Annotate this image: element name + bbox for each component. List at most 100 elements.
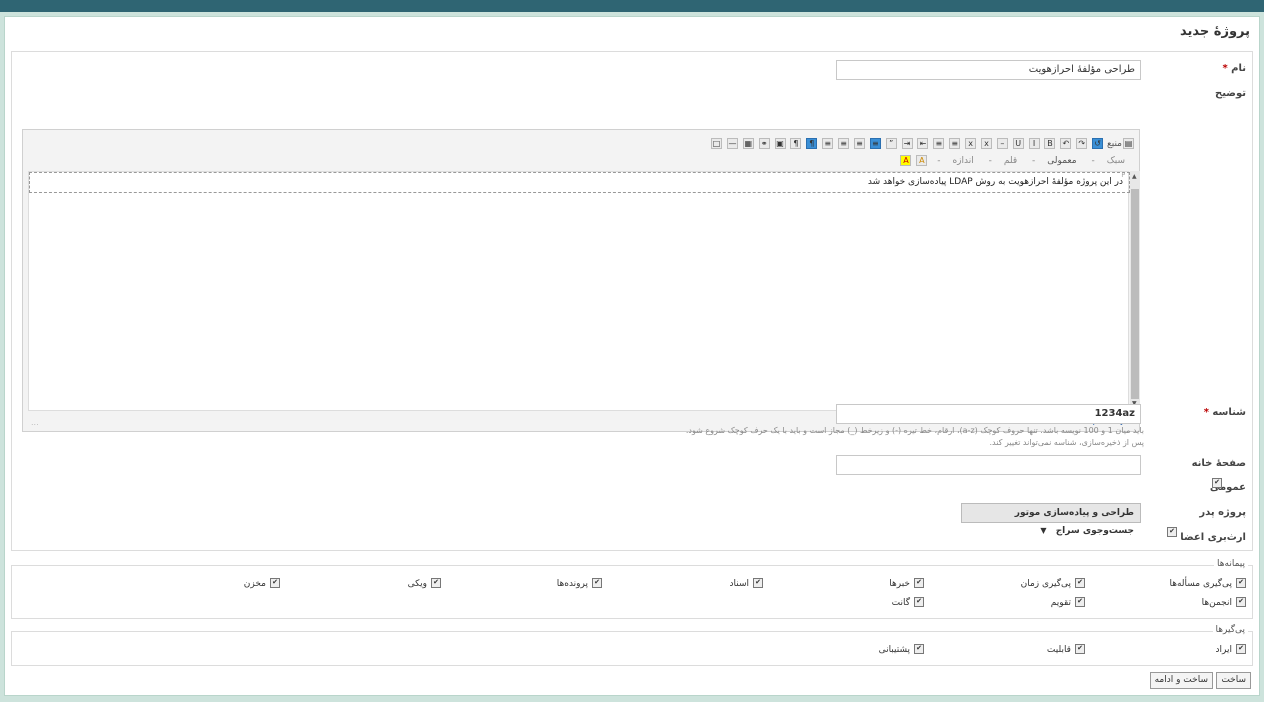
- format-select[interactable]: معمولی: [1047, 156, 1076, 166]
- module-checkbox[interactable]: ✔: [914, 597, 924, 607]
- tracker-checkbox[interactable]: ✔: [1236, 644, 1246, 654]
- inherit-members-checkbox[interactable]: ✔: [1167, 527, 1177, 538]
- module-checkbox[interactable]: ✔: [270, 578, 280, 588]
- module-item[interactable]: ✔ خبرها: [889, 578, 924, 589]
- style-select[interactable]: سبک: [1107, 156, 1125, 166]
- module-item[interactable]: ✔ پرونده‌ها: [557, 578, 602, 589]
- source-icon[interactable]: ▤: [1123, 138, 1134, 149]
- source-button[interactable]: منبع: [1107, 139, 1122, 149]
- superscript-icon[interactable]: x: [965, 138, 977, 149]
- module-item[interactable]: ✔ مخزن: [244, 578, 280, 589]
- subscript-icon[interactable]: x: [980, 138, 992, 149]
- module-item[interactable]: ✔ اسناد: [729, 578, 763, 589]
- public-check-icon: ✔: [1212, 478, 1222, 488]
- identifier-hint-readonly: پس از ذخیره‌سازی، شناسه نمی‌تواند تغییر …: [989, 438, 1144, 447]
- undo-icon[interactable]: ↶: [1060, 138, 1072, 149]
- table-icon[interactable]: ▦: [742, 138, 754, 149]
- identifier-label: شناسه *: [1204, 407, 1246, 418]
- align-right-icon[interactable]: ≡: [869, 138, 881, 149]
- justify-icon[interactable]: ≡: [822, 138, 834, 149]
- tracker-checkbox[interactable]: ✔: [1075, 644, 1085, 654]
- ordered-list-icon[interactable]: ≡: [949, 138, 961, 149]
- tracker-label: ایراد: [1215, 644, 1232, 655]
- image-icon[interactable]: ▣: [774, 138, 786, 149]
- module-item[interactable]: ✔ گانت: [892, 597, 924, 608]
- module-checkbox[interactable]: ✔: [1075, 578, 1085, 588]
- parent-project-select[interactable]: طراحی و پیاده‌سازی موتور جست‌وجوی سراج ▼: [961, 503, 1141, 536]
- create-button[interactable]: ساخت: [1216, 672, 1251, 689]
- module-checkbox[interactable]: ✔: [1075, 597, 1085, 607]
- modules-legend: پیمانه‌ها: [1214, 559, 1248, 569]
- module-checkbox[interactable]: ✔: [914, 578, 924, 588]
- name-label: نام *: [1222, 63, 1246, 74]
- parent-project-label: پروژه پدر: [1199, 507, 1246, 518]
- module-item[interactable]: ✔ پی‌گیری زمان: [1021, 578, 1085, 589]
- identifier-hint: باید میان 1 و 100 نویسه باشد. تنها حروف …: [685, 426, 1144, 435]
- modules-fieldset: پیمانه‌ها ✔ پی‌گیری مسأله‌ها ✔ پی‌گیری زمان…: [10, 559, 1253, 619]
- module-label: اسناد: [729, 578, 749, 589]
- tracker-item[interactable]: ✔ پشتیبانی: [879, 644, 924, 655]
- unordered-list-icon[interactable]: ≡: [933, 138, 945, 149]
- underline-icon[interactable]: U: [1012, 138, 1024, 149]
- editor-scroll-thumb[interactable]: [1131, 189, 1139, 399]
- module-item[interactable]: ✔ تقویم: [1051, 597, 1085, 608]
- editor-scrollbar[interactable]: ▲ ▼: [1130, 171, 1140, 411]
- identifier-required-mark: *: [1203, 407, 1209, 418]
- hr-icon[interactable]: —: [726, 138, 738, 149]
- link-icon[interactable]: ⚭: [758, 138, 770, 149]
- align-center-icon[interactable]: ≡: [853, 138, 865, 149]
- create-continue-button[interactable]: ساخت و ادامه: [1149, 672, 1213, 689]
- homepage-input[interactable]: [836, 455, 1141, 475]
- indent-icon[interactable]: ⇥: [901, 138, 913, 149]
- ltr-icon[interactable]: ¶: [790, 138, 802, 149]
- tracker-item[interactable]: ✔ ایراد: [1216, 644, 1246, 655]
- font-select[interactable]: قلم: [1004, 156, 1017, 166]
- rich-text-editor: ▤منبع ↺ ↷ ↶ B I U – x x ≡ ≡ ⇤ ⇥ ” ≡ ≡ ≡ …: [22, 129, 1140, 432]
- module-label: مخزن: [243, 578, 266, 589]
- module-label: ویکی: [407, 578, 427, 589]
- italic-icon[interactable]: I: [1028, 138, 1040, 149]
- module-label: انجمن‌ها: [1201, 597, 1232, 608]
- blockquote-icon[interactable]: ”: [885, 138, 897, 149]
- modules-list: ✔ پی‌گیری مسأله‌ها ✔ پی‌گیری زمان ✔ خبرها ✔ اسن…: [10, 578, 1252, 618]
- redo-icon[interactable]: ↷: [1076, 138, 1088, 149]
- module-item[interactable]: ✔ انجمن‌ها: [1202, 597, 1246, 608]
- editor-toolbar-row-1: ▤منبع ↺ ↷ ↶ B I U – x x ≡ ≡ ⇤ ⇥ ” ≡ ≡ ≡ …: [710, 138, 1135, 153]
- module-item[interactable]: ✔ ویکی: [408, 578, 441, 589]
- trackers-list: ✔ ایراد ✔ قابلیت ✔ پشتیبانی: [10, 644, 1252, 664]
- undo-redo-icon[interactable]: ↺: [1092, 138, 1104, 149]
- tracker-item[interactable]: ✔ قابلیت: [1047, 644, 1085, 655]
- size-select[interactable]: اندازه: [952, 156, 973, 166]
- outdent-icon[interactable]: ⇤: [917, 138, 929, 149]
- scroll-up-icon[interactable]: ▲: [1132, 173, 1137, 180]
- module-label: خبرها: [889, 578, 910, 589]
- align-left-icon[interactable]: ≡: [838, 138, 850, 149]
- identifier-input[interactable]: 1234az: [836, 404, 1141, 424]
- tracker-label: قابلیت: [1046, 644, 1071, 655]
- resize-handle-icon[interactable]: ...: [31, 418, 39, 427]
- trackers-fieldset: پی‌گیرها ✔ ایراد ✔ قابلیت ✔ پشتیبانی: [10, 625, 1253, 666]
- editor-content-area[interactable]: در این پروژه مؤلفهٔ احرازهویت به روش LDA…: [28, 171, 1130, 411]
- editor-paragraph[interactable]: در این پروژه مؤلفهٔ احرازهویت به روش LDA…: [29, 172, 1130, 193]
- trackers-legend: پی‌گیرها: [1212, 625, 1248, 635]
- module-checkbox[interactable]: ✔: [753, 578, 763, 588]
- paragraph-marker: P: [1121, 172, 1125, 179]
- bg-color-icon[interactable]: A: [916, 155, 928, 166]
- name-required-mark: *: [1222, 63, 1228, 74]
- tracker-checkbox[interactable]: ✔: [914, 644, 924, 654]
- text-color-icon[interactable]: A: [900, 155, 912, 166]
- module-label: پی‌گیری زمان: [1020, 578, 1071, 589]
- strike-icon[interactable]: –: [996, 138, 1008, 149]
- module-checkbox[interactable]: ✔: [592, 578, 602, 588]
- name-input[interactable]: طراحی مؤلفهٔ احرازهویت: [836, 60, 1141, 80]
- module-checkbox[interactable]: ✔: [431, 578, 441, 588]
- fullscreen-icon[interactable]: □: [711, 138, 723, 149]
- module-item[interactable]: ✔ پی‌گیری مسأله‌ها: [1169, 578, 1246, 589]
- public-checkbox[interactable]: ✔: [1212, 478, 1222, 489]
- main-content: پروژهٔ جدید نام * طراحی مؤلفهٔ احرازهویت…: [4, 16, 1260, 696]
- bold-icon[interactable]: B: [1044, 138, 1056, 149]
- module-checkbox[interactable]: ✔: [1236, 578, 1246, 588]
- module-checkbox[interactable]: ✔: [1236, 597, 1246, 607]
- homepage-label: صفحهٔ خانه: [1191, 458, 1246, 469]
- rtl-icon[interactable]: ¶: [806, 138, 818, 149]
